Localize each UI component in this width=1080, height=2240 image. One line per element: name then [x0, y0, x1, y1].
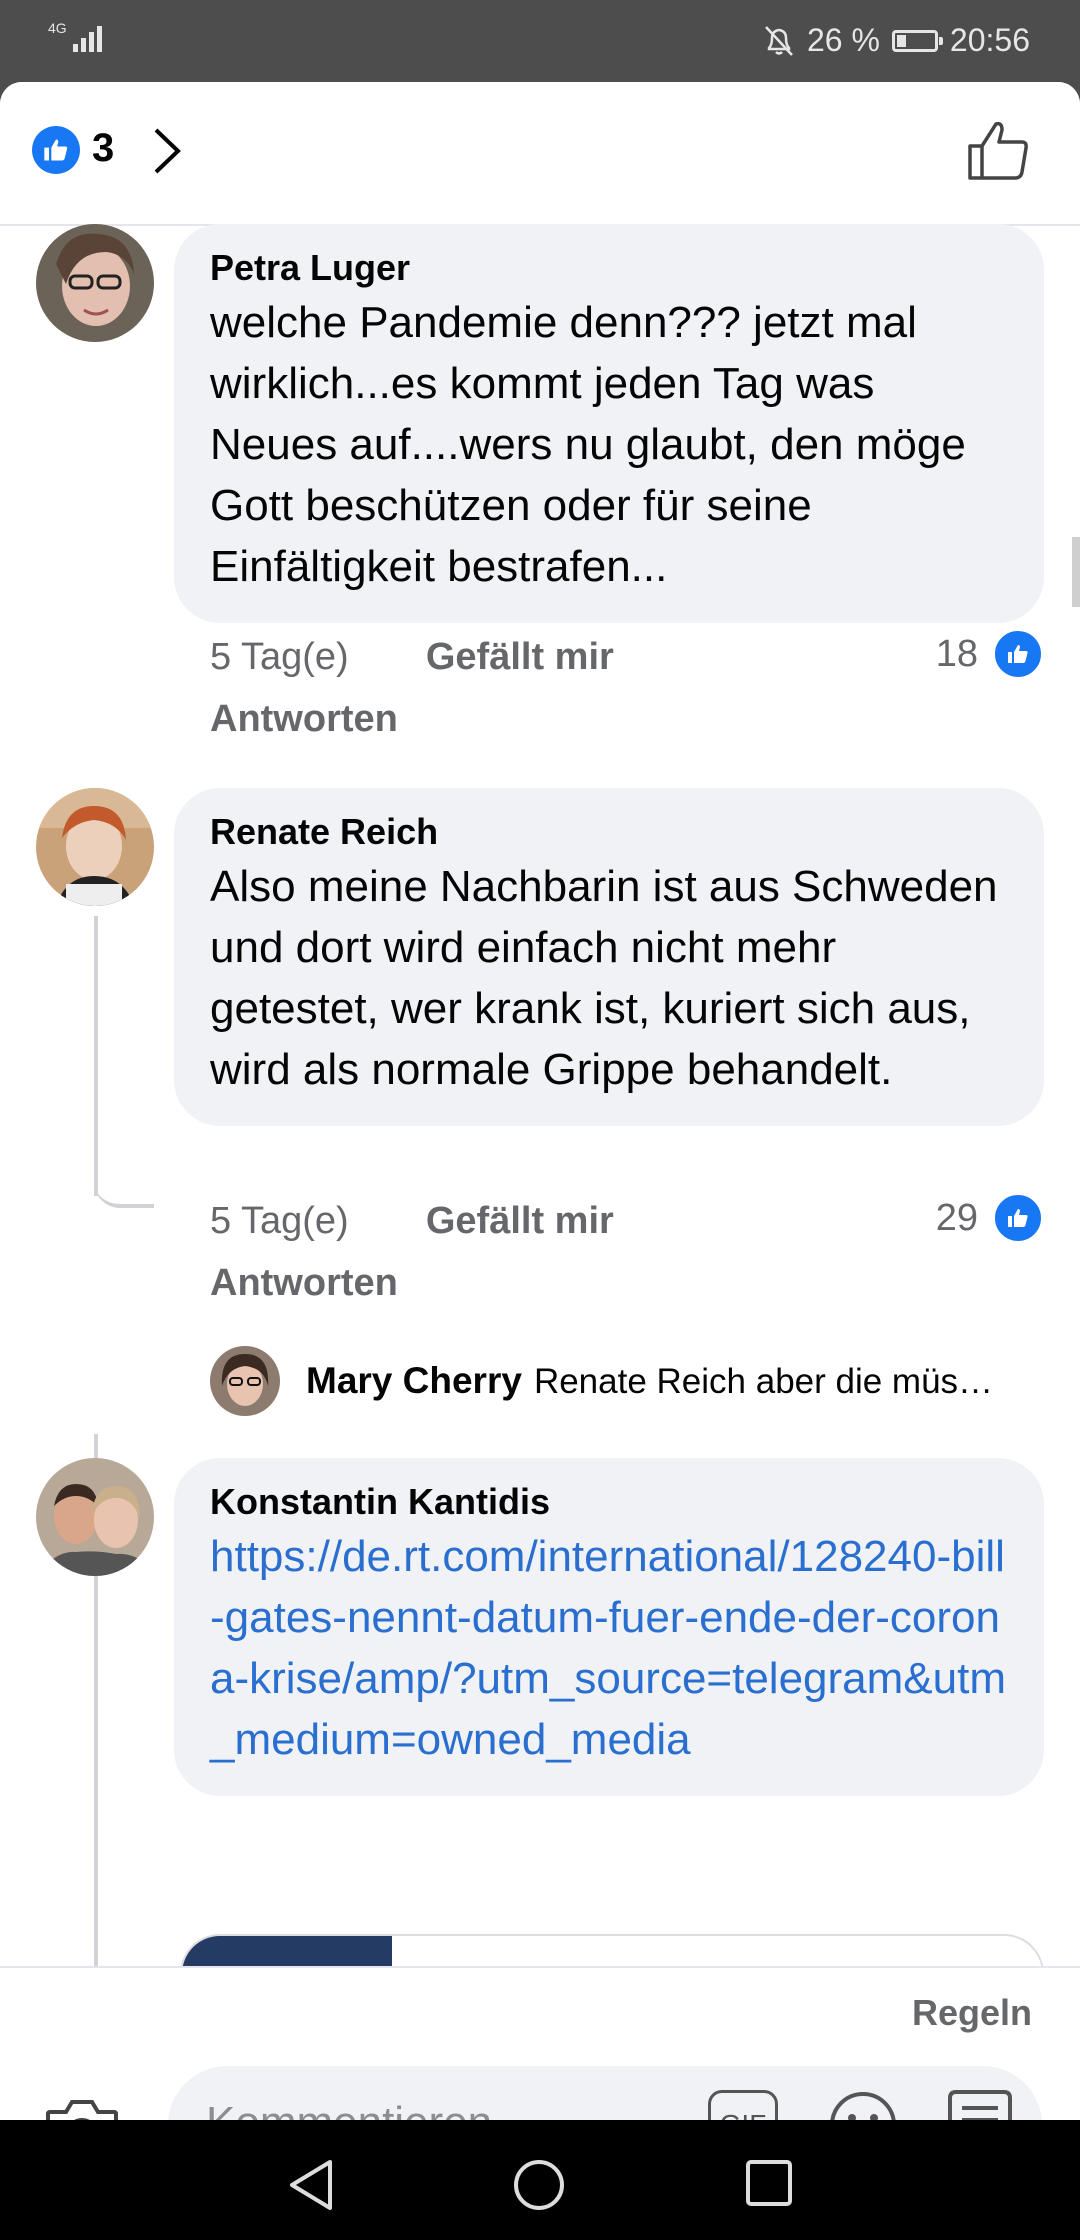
camera-icon[interactable] — [44, 2096, 120, 2120]
like-button[interactable]: Gefällt mir — [426, 636, 614, 678]
emoji-icon[interactable] — [828, 2090, 898, 2120]
gif-button[interactable]: GIF — [708, 2090, 778, 2120]
thread-connector — [94, 1144, 154, 1208]
comments-sheet: 3 Petra Luger welche Pandemie denn??? je… — [0, 82, 1080, 2120]
comment-likes[interactable]: 29 — [936, 1192, 1044, 1244]
comment-bubble[interactable]: Konstantin Kantidis https://de.rt.com/in… — [174, 1458, 1044, 1796]
like-button[interactable]: Gefällt mir — [426, 1200, 614, 1242]
comment-actions: 5 Tag(e) Gefällt mir — [210, 636, 614, 679]
comment-author[interactable]: Konstantin Kantidis — [210, 1478, 1008, 1526]
comment-actions: 5 Tag(e) Gefällt mir — [210, 1200, 614, 1243]
reply-button[interactable]: Antworten — [210, 1262, 398, 1305]
rules-link[interactable]: Regeln — [912, 1992, 1032, 2034]
link-preview-card[interactable] — [180, 1934, 1044, 1966]
like-count: 18 — [935, 632, 978, 675]
back-icon[interactable] — [286, 2158, 336, 2212]
signal-indicator: 4G — [48, 20, 111, 57]
avatar[interactable] — [210, 1346, 280, 1416]
like-count: 29 — [935, 1196, 978, 1239]
recents-icon[interactable] — [744, 2158, 794, 2208]
like-reaction-icon[interactable] — [32, 126, 80, 174]
battery-percent: 26 % — [806, 22, 880, 58]
muted-bell-icon — [765, 25, 793, 56]
comment-text: welche Pandemie denn??? jetzt mal wirkli… — [210, 298, 966, 591]
comment-input-placeholder[interactable]: Kommentieren ... — [206, 2098, 541, 2120]
comment-author[interactable]: Renate Reich — [210, 808, 1008, 856]
comment-input[interactable]: Kommentieren ... GIF — [168, 2066, 1042, 2120]
comment-time[interactable]: 5 Tag(e) — [210, 1200, 349, 1242]
scrollbar[interactable] — [1072, 537, 1080, 607]
link-preview-image — [182, 1936, 392, 1966]
battery-icon — [891, 29, 943, 52]
comment-bubble[interactable]: Renate Reich Also meine Nachbarin ist au… — [174, 788, 1044, 1126]
like-outline-icon[interactable] — [966, 118, 1030, 182]
like-reaction-icon — [992, 1192, 1044, 1244]
status-bar: 4G 26 % 20:56 — [0, 0, 1080, 82]
reply-text: Renate Reich aber die müs… — [533, 1362, 994, 1401]
like-reaction-icon — [992, 628, 1044, 680]
comment-link[interactable]: https://de.rt.com/international/128240-b… — [210, 1526, 1008, 1770]
comment-author[interactable]: Petra Luger — [210, 244, 1008, 292]
home-icon[interactable] — [512, 2158, 566, 2212]
comment-likes[interactable]: 18 — [936, 628, 1044, 680]
sticker-icon[interactable] — [942, 2086, 1016, 2120]
network-type: 4G — [48, 20, 67, 36]
gif-label: GIF — [720, 2109, 767, 2120]
comment-text: Also meine Nachbarin ist aus Schweden un… — [210, 862, 998, 1094]
reply-preview[interactable]: Mary Cherry Renate Reich aber die müs… — [210, 1346, 993, 1416]
avatar[interactable] — [36, 224, 154, 342]
chevron-right-icon[interactable] — [148, 126, 184, 176]
avatar[interactable] — [36, 1458, 154, 1576]
comment-time[interactable]: 5 Tag(e) — [210, 636, 349, 678]
reactions-header: 3 — [0, 82, 1080, 226]
comment-composer: Regeln Kommentieren ... GIF — [0, 1966, 1080, 2120]
comment-list: Petra Luger welche Pandemie denn??? jetz… — [0, 224, 1080, 1966]
reply-button[interactable]: Antworten — [210, 698, 398, 741]
avatar[interactable] — [36, 788, 154, 906]
clock: 20:56 — [949, 22, 1030, 58]
signal-icon — [72, 26, 102, 52]
comment-bubble[interactable]: Petra Luger welche Pandemie denn??? jetz… — [174, 224, 1044, 623]
system-nav-bar — [0, 2120, 1080, 2240]
reaction-count[interactable]: 3 — [92, 126, 114, 171]
reply-author[interactable]: Mary Cherry — [306, 1360, 522, 1401]
